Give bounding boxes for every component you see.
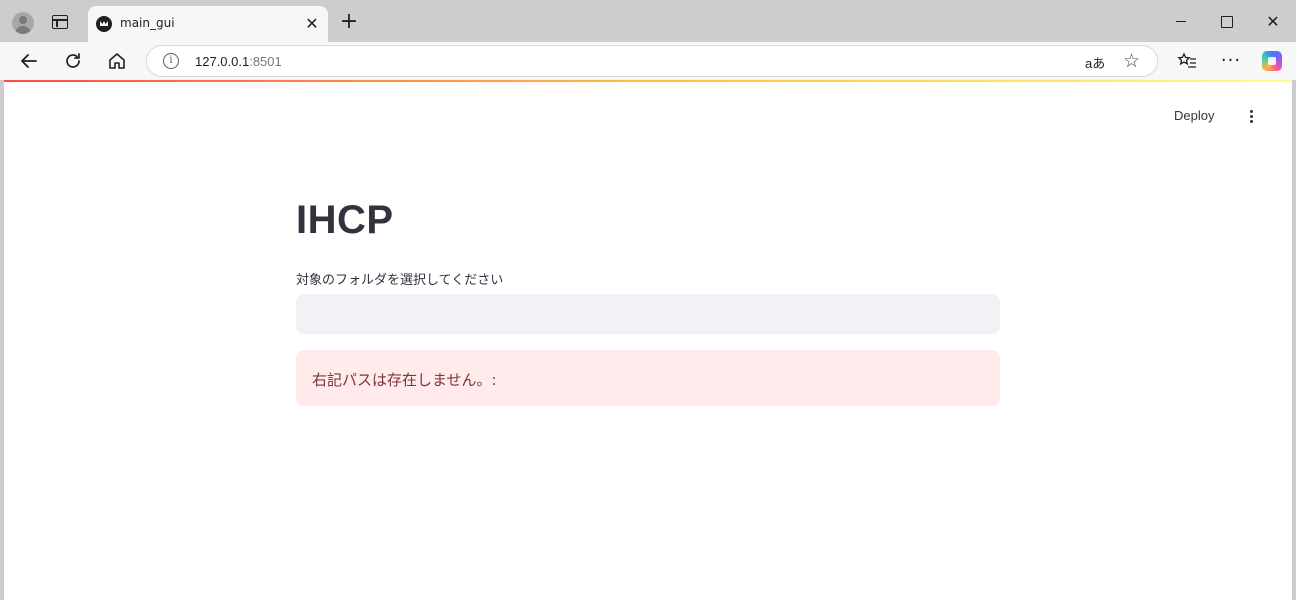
streamlit-favicon-icon xyxy=(96,16,112,32)
error-alert: 右記パスは存在しません。: xyxy=(296,350,1000,406)
profile-icon[interactable] xyxy=(12,12,34,34)
error-message: 右記パスは存在しません。: xyxy=(312,371,497,389)
tab-close-icon[interactable]: ✕ xyxy=(304,16,320,32)
page-title: IHCP xyxy=(296,198,394,242)
url-text[interactable]: 127.0.0.1:8501 xyxy=(195,54,282,69)
read-aloud-icon[interactable]: aあ xyxy=(1085,53,1105,72)
page-content: Deploy IHCP 対象のフォルダを選択してください 右記パスは存在しません… xyxy=(4,80,1292,600)
tab-main-gui[interactable]: main_gui ✕ xyxy=(88,6,328,42)
home-icon[interactable] xyxy=(104,48,130,74)
maximize-button[interactable] xyxy=(1212,8,1240,36)
new-tab-button[interactable]: + xyxy=(338,11,360,34)
site-info-icon[interactable]: i xyxy=(163,53,179,69)
back-arrow-icon[interactable] xyxy=(16,48,42,74)
deploy-button[interactable]: Deploy xyxy=(1174,108,1214,123)
main-menu-icon[interactable] xyxy=(1244,109,1260,125)
reload-icon[interactable] xyxy=(60,48,86,74)
favorites-icon[interactable] xyxy=(1176,50,1198,72)
minimize-button[interactable] xyxy=(1167,8,1195,36)
more-options-icon[interactable]: ··· xyxy=(1220,50,1242,72)
tab-title: main_gui xyxy=(120,16,175,30)
tab-strip: main_gui ✕ + ✕ xyxy=(0,0,1296,42)
address-bar[interactable]: i 127.0.0.1:8501 aあ ☆ xyxy=(146,45,1158,77)
window-close-button[interactable]: ✕ xyxy=(1259,8,1287,36)
folder-path-input[interactable] xyxy=(296,294,1000,334)
copilot-icon[interactable] xyxy=(1262,51,1282,71)
header-decoration-bar xyxy=(4,80,1292,82)
folder-input-label: 対象のフォルダを選択してください xyxy=(296,273,504,288)
favorite-star-icon[interactable]: ☆ xyxy=(1123,50,1140,72)
browser-toolbar: i 127.0.0.1:8501 aあ ☆ ··· xyxy=(0,42,1296,80)
tab-actions-icon[interactable] xyxy=(52,15,68,29)
